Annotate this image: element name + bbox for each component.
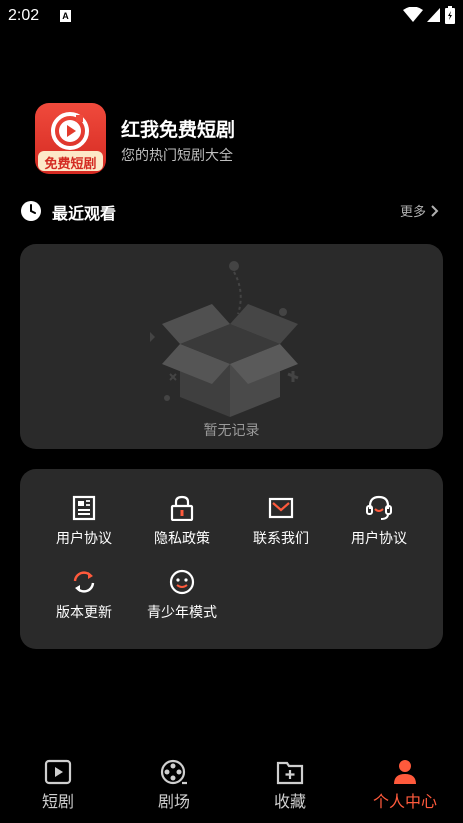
film-reel-icon: [160, 759, 187, 785]
empty-box-icon: [150, 261, 299, 417]
more-label: 更多: [399, 205, 426, 220]
app-logo: 免费短剧: [35, 103, 106, 174]
tool-label: 联系我们: [253, 531, 309, 547]
tool-label: 版本更新: [56, 605, 112, 621]
tool-teen-mode[interactable]: 青少年模式: [132, 569, 232, 622]
recent-title: 最近观看: [52, 204, 117, 223]
smile-icon: [169, 569, 195, 595]
headset-icon: [366, 495, 392, 520]
app-logo-text: 免费短剧: [44, 157, 97, 172]
lock-icon: [170, 495, 194, 521]
app-name: 红我免费短剧: [121, 119, 236, 141]
nav-item-favorites[interactable]: 收藏: [232, 759, 348, 812]
refresh-icon: [73, 571, 95, 593]
tool-user-agreement[interactable]: 用户协议: [34, 495, 134, 548]
app-slogan: 您的热门短剧大全: [121, 148, 233, 164]
tools-card: 用户协议 隐私政策 联系我们 用户协议 版本更新 青少年模式: [20, 469, 443, 649]
status-icons: [403, 6, 455, 24]
recent-header: 最近观看 更多: [20, 198, 440, 224]
more-button[interactable]: 更多: [400, 201, 440, 220]
person-icon: [394, 760, 416, 784]
status-bar: 2:02 A: [0, 0, 463, 34]
nav-item-shorts[interactable]: 短剧: [0, 759, 116, 812]
tool-user-agreement-service[interactable]: 用户协议: [329, 495, 429, 548]
nav-item-label: 收藏: [273, 792, 306, 811]
notification-icon: A: [60, 10, 71, 22]
signal-icon: [427, 8, 440, 22]
recent-empty-card: 暂无记录: [20, 244, 443, 449]
tool-label: 隐私政策: [154, 531, 210, 547]
tool-version-update[interactable]: 版本更新: [34, 569, 134, 622]
nav-item-label: 短剧: [41, 792, 74, 811]
tool-label: 青少年模式: [147, 605, 217, 621]
folder-add-icon: [276, 761, 304, 785]
tool-label: 用户协议: [56, 531, 112, 547]
battery-icon: [445, 6, 455, 24]
tool-label: 用户协议: [351, 531, 407, 547]
nav-item-profile[interactable]: 个人中心: [347, 759, 463, 812]
mail-icon: [268, 497, 294, 519]
nav-item-theater[interactable]: 剧场: [116, 759, 232, 812]
play-icon: [44, 759, 72, 785]
status-time: 2:02: [8, 7, 40, 24]
nav-item-label: 剧场: [157, 792, 190, 811]
tool-privacy-policy[interactable]: 隐私政策: [132, 495, 232, 548]
document-icon: [72, 495, 96, 521]
chevron-right-icon: [431, 204, 439, 217]
nav-item-label: 个人中心: [372, 792, 437, 811]
tool-contact-us[interactable]: 联系我们: [231, 495, 331, 548]
bottom-nav: 短剧 剧场 收藏 个人中心: [0, 749, 463, 823]
empty-text: 暂无记录: [203, 423, 260, 439]
clock-icon: [21, 201, 41, 221]
wifi-icon: [403, 7, 423, 22]
